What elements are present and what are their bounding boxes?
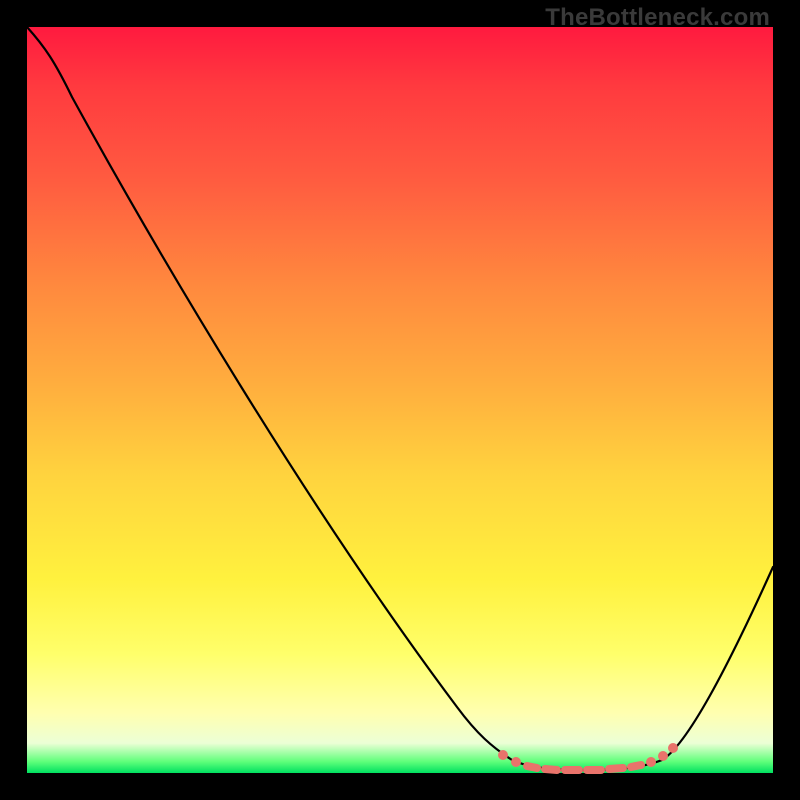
curve-path xyxy=(27,27,773,770)
highlight-band xyxy=(498,743,678,770)
chart-plot-area xyxy=(27,27,773,773)
bottleneck-curve xyxy=(27,27,773,773)
chart-frame: TheBottleneck.com xyxy=(0,0,800,800)
attribution-label: TheBottleneck.com xyxy=(545,4,770,32)
